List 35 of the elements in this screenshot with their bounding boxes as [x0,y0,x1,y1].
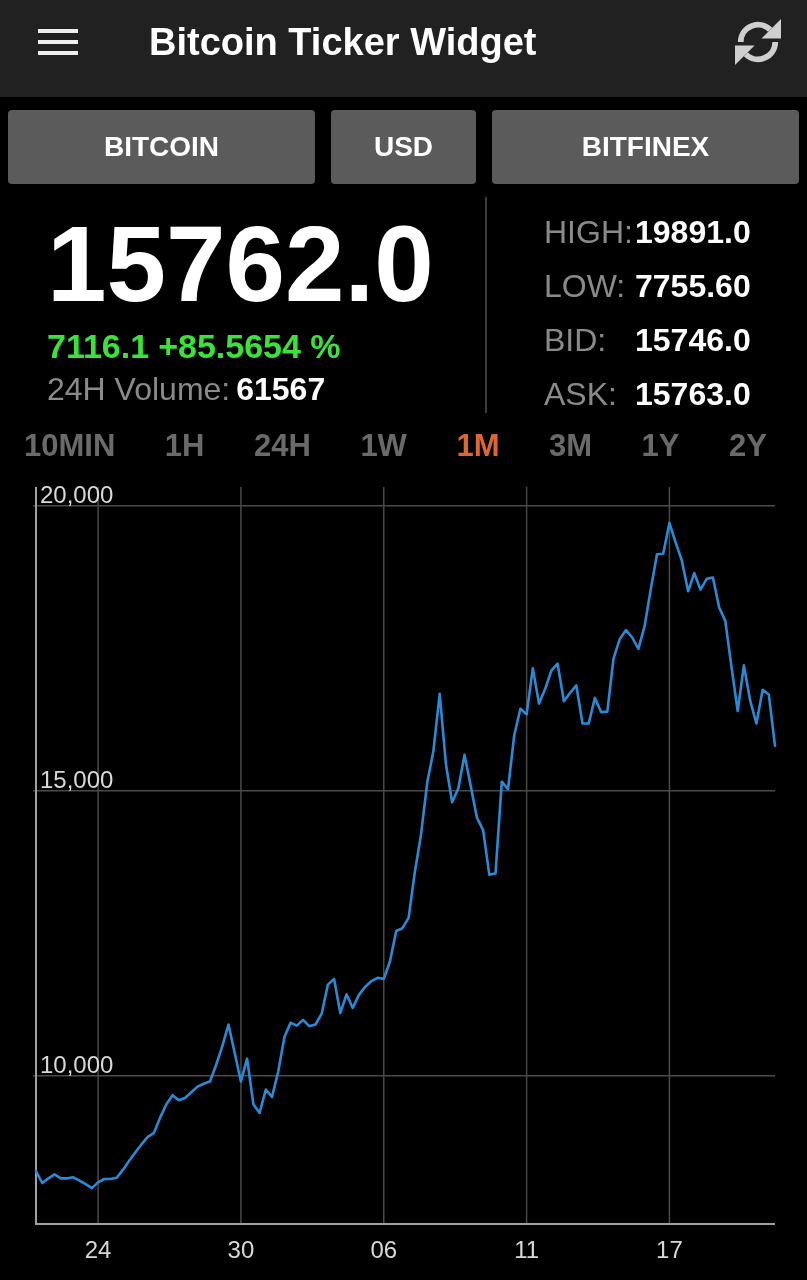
stat-label: BID: [544,321,608,360]
stat-label: ASK: [544,375,618,414]
percent-change: +85.5654 % [158,329,341,363]
stat-label: HIGH: [544,213,634,252]
x-tick-label: 11 [514,1236,540,1263]
y-tick-label: 15,000 [40,765,114,793]
last-price: 15762.0 [47,211,435,318]
stat-value: 15763.0 [635,375,751,414]
x-tick-label: 30 [227,1236,255,1263]
coin-button[interactable]: BITCOIN [8,110,315,184]
timeframe-tab[interactable]: 24H [254,430,311,461]
stat-value: 7755.60 [635,267,751,306]
y-tick-label: 10,000 [40,1050,114,1078]
refresh-icon[interactable] [735,18,781,65]
exchange-button[interactable]: BITFINEX [492,110,799,184]
y-tick-label: 20,000 [40,480,114,508]
app-title: Bitcoin Ticker Widget [149,22,537,61]
menu-icon[interactable] [38,28,78,55]
x-tick-label: 17 [656,1236,683,1263]
x-tick-label: 06 [370,1236,398,1263]
timeframe-tab[interactable]: 3M [549,430,593,461]
volume-label: 24H Volume: [47,373,231,405]
stat-label: LOW: [544,267,627,306]
stat-value: 19891.0 [635,213,751,252]
stat-value: 15746.0 [635,321,751,360]
x-tick-label: 24 [84,1236,112,1263]
timeframe-tab[interactable]: 2Y [729,430,767,461]
timeframe-tab[interactable]: 1M [456,430,500,461]
price-change: 7116.1 [47,329,150,363]
timeframe-tab[interactable]: 1Y [641,430,680,461]
timeframe-tab[interactable]: 10MIN [24,430,116,461]
timeframe-tab[interactable]: 1H [164,430,205,461]
timeframe-tab[interactable]: 1W [360,430,407,461]
currency-button[interactable]: USD [331,110,476,184]
volume-value: 61567 [236,373,326,405]
